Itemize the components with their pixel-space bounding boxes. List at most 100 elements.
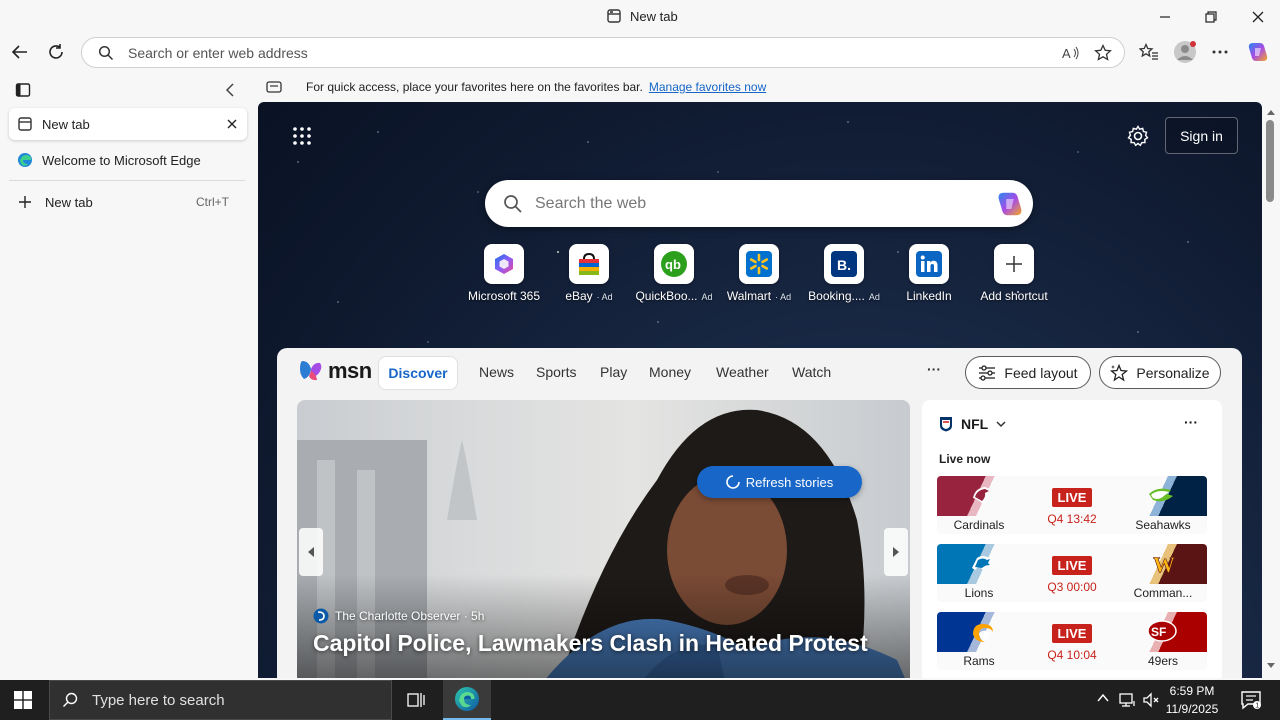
search-icon [98,45,114,61]
taskbar-edge-button[interactable] [443,680,491,720]
tab-label: New tab [42,116,90,132]
msn-wordmark: msn [328,358,372,383]
tab-news[interactable]: News [479,364,514,380]
shortcut-label: Walmart [726,289,772,303]
49ers-logo-icon: SF [1147,620,1177,642]
away-team-name: Seahawks [1135,518,1191,532]
feed-layout-button[interactable]: Feed layout [965,356,1091,389]
msn-logo[interactable]: msn [299,358,372,384]
arrow-left-icon [11,45,27,59]
tab-discover[interactable]: Discover [378,356,458,390]
task-view-button[interactable] [406,690,426,710]
new-tab-page: Sign in Microsoft 365 eBay· Ad qb QuickB… [258,102,1262,678]
personalize-button[interactable]: Personalize [1099,356,1221,389]
vertical-tab-new-tab[interactable]: New tab [9,108,247,140]
apps-launcher-button[interactable] [292,126,312,146]
web-search-box[interactable] [485,180,1033,227]
profile-button[interactable] [1171,38,1199,66]
clock-date: 11/9/2025 [1165,702,1219,716]
new-tab-shortcut: Ctrl+T [196,195,229,209]
read-aloud-icon[interactable]: A [1062,45,1080,61]
carousel-prev-button[interactable] [299,528,323,576]
rams-logo-icon [973,624,993,642]
tab-watch[interactable]: Watch [792,364,831,380]
minimize-button[interactable] [1150,6,1180,28]
story-source-text: The Charlotte Observer · 5h [335,609,485,623]
favorite-star-icon[interactable] [1094,43,1112,62]
start-button[interactable] [14,691,32,709]
address-bar[interactable]: A [81,37,1125,68]
story-headline[interactable]: Capitol Police, Lawmakers Clash in Heate… [313,630,868,657]
close-tab-button[interactable] [227,119,237,129]
close-window-button[interactable] [1243,6,1273,28]
hero-story-card[interactable]: Refresh stories The Charlotte Observer ·… [297,400,910,678]
notifications-button[interactable]: 1 [1240,690,1262,710]
tab-money[interactable]: Money [649,364,691,380]
tab-sports[interactable]: Sports [536,364,576,380]
cardinals-logo-icon [973,487,993,504]
nfl-shield-icon [940,417,952,432]
shortcut-label: Booking.... [808,289,865,303]
scroll-down-arrow-icon[interactable] [1266,662,1276,670]
svg-text:W: W [1153,552,1175,576]
nfl-league-selector[interactable]: NFL [939,416,1006,432]
web-search-input[interactable] [535,194,965,213]
network-button[interactable] [1118,691,1136,709]
collapse-pane-button[interactable] [223,82,237,98]
shortcut-walmart[interactable]: Walmart · Ad [717,244,801,303]
carousel-next-button[interactable] [884,528,908,576]
shortcut-booking[interactable]: B. Booking.... Ad [802,244,886,303]
restore-button[interactable] [1196,6,1226,28]
new-tab-label: New tab [45,194,93,210]
refresh-stories-button[interactable]: Refresh stories [697,466,862,498]
restore-icon [1205,11,1217,23]
taskbar-search-box[interactable] [49,680,392,720]
copilot-icon[interactable] [995,189,1025,219]
game-rams-49ers[interactable]: SF Rams 49ers LIVE Q4 10:04 [937,612,1207,670]
taskbar-clock[interactable]: 6:59 PM 11/9/2025 [1162,682,1222,718]
svg-text:B.: B. [837,257,851,273]
search-icon [62,692,78,708]
address-input[interactable] [128,44,1008,61]
page-settings-button[interactable] [1127,125,1149,147]
close-icon [227,119,237,129]
new-tab-button[interactable]: New tab Ctrl+T [9,186,247,218]
tab-play[interactable]: Play [600,364,627,380]
scroll-up-arrow-icon[interactable] [1266,108,1276,116]
story-source[interactable]: The Charlotte Observer · 5h [313,608,484,624]
sign-in-button[interactable]: Sign in [1165,117,1238,154]
scrollbar-thumb[interactable] [1266,120,1274,202]
shortcut-microsoft-365[interactable]: Microsoft 365 [462,244,546,303]
copilot-button[interactable] [1244,38,1272,66]
shortcut-ebay[interactable]: eBay · Ad [547,244,631,303]
more-horizontal-icon [1212,50,1228,54]
taskbar-search-input[interactable] [92,691,382,709]
msn-butterfly-icon [300,361,322,381]
favorites-bar: For quick access, place your favorites h… [258,72,1280,102]
more-tabs-button[interactable]: ··· [927,361,941,377]
add-shortcut-button[interactable]: Add shortcut [972,244,1056,303]
ad-badge: · Ad [596,292,613,302]
game-cardinals-seahawks[interactable]: Cardinals Seahawks LIVE Q4 13:42 [937,476,1207,534]
svg-text:SF: SF [1151,625,1166,639]
vertical-tab-welcome[interactable]: Welcome to Microsoft Edge [9,144,247,176]
shortcut-quickbooks[interactable]: qb QuickBoo... Ad [632,244,716,303]
favorites-button[interactable] [1135,38,1163,66]
away-team-name: 49ers [1147,654,1179,668]
seahawks-logo-icon [1149,488,1173,502]
game-clock: Q4 13:42 [1047,512,1097,526]
game-clock: Q4 10:04 [1047,648,1097,662]
volume-button[interactable] [1142,691,1160,709]
show-hidden-icons-button[interactable] [1097,693,1109,703]
speaker-muted-icon [1143,692,1159,708]
settings-more-button[interactable] [1206,38,1234,66]
tab-actions-button[interactable] [15,82,31,98]
game-lions-commanders[interactable]: W Lions Comman... LIVE Q3 00:00 [937,544,1207,602]
refresh-button[interactable] [42,38,70,66]
nfl-more-button[interactable]: ··· [1184,414,1198,430]
tab-weather[interactable]: Weather [716,364,769,380]
windows-taskbar: 6:59 PM 11/9/2025 1 [0,680,1280,720]
manage-favorites-link[interactable]: Manage favorites now [649,80,766,94]
back-button[interactable] [6,38,34,66]
shortcut-linkedin[interactable]: LinkedIn [887,244,971,303]
